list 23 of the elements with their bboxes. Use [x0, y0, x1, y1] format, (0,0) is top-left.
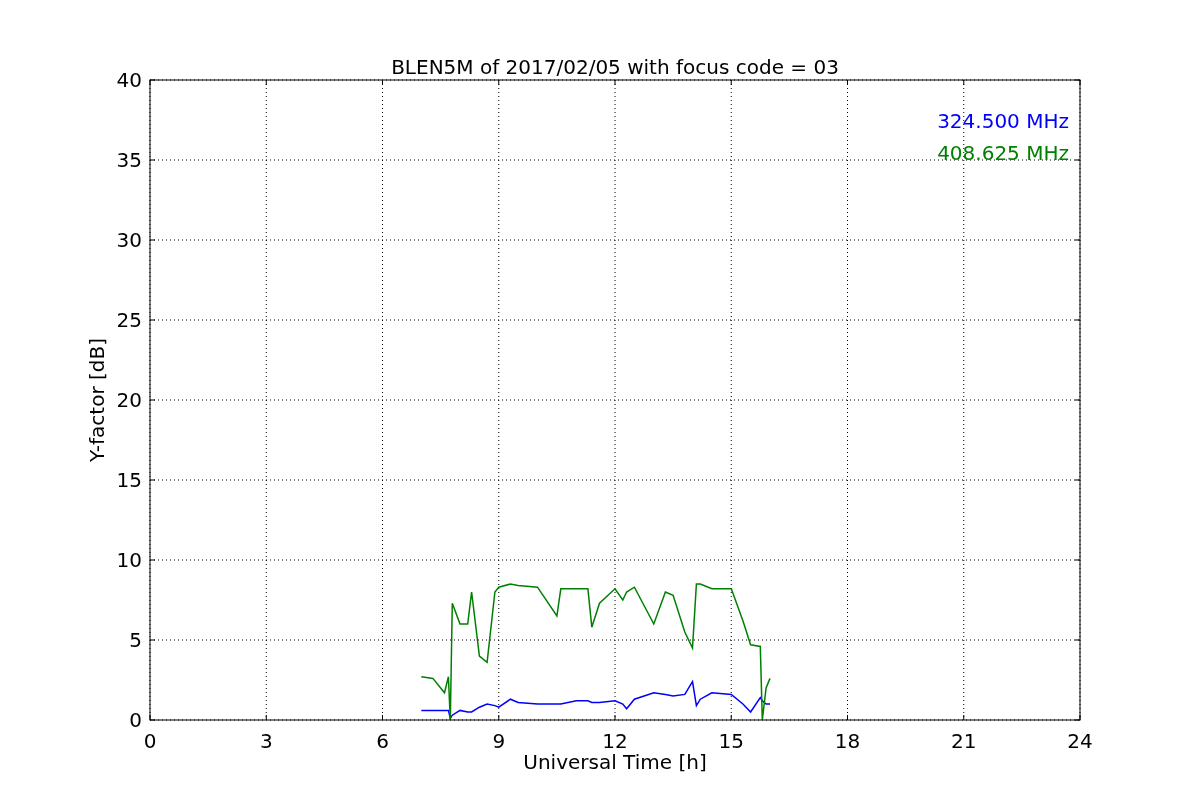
tick-label: 9: [492, 729, 506, 753]
chart-title: BLEN5M of 2017/02/05 with focus code = 03: [391, 55, 839, 79]
tick-label: 10: [116, 548, 142, 572]
legend-label: 408.625 MHz: [937, 141, 1069, 165]
x-axis-label: Universal Time [h]: [523, 750, 707, 774]
tick-label: 15: [116, 468, 142, 492]
tick-label: 15: [718, 729, 744, 753]
tick-label: 21: [951, 729, 977, 753]
tick-label: 0: [143, 729, 157, 753]
tick-label: 20: [116, 388, 142, 412]
tick-label: 3: [259, 729, 273, 753]
tick-label: 18: [834, 729, 861, 753]
tick-label: 0: [129, 708, 142, 732]
tick-label: 40: [116, 68, 142, 92]
legend-label: 324.500 MHz: [937, 109, 1069, 133]
y-axis-label: Y-factor [dB]: [85, 338, 109, 462]
tick-label: 6: [376, 729, 389, 753]
tick-label: 30: [116, 228, 142, 252]
tick-label: 24: [1067, 729, 1093, 753]
tick-label: 25: [116, 308, 142, 332]
tick-label: 12: [602, 729, 628, 753]
tick-label: 5: [129, 628, 142, 652]
tick-label: 35: [116, 148, 142, 172]
